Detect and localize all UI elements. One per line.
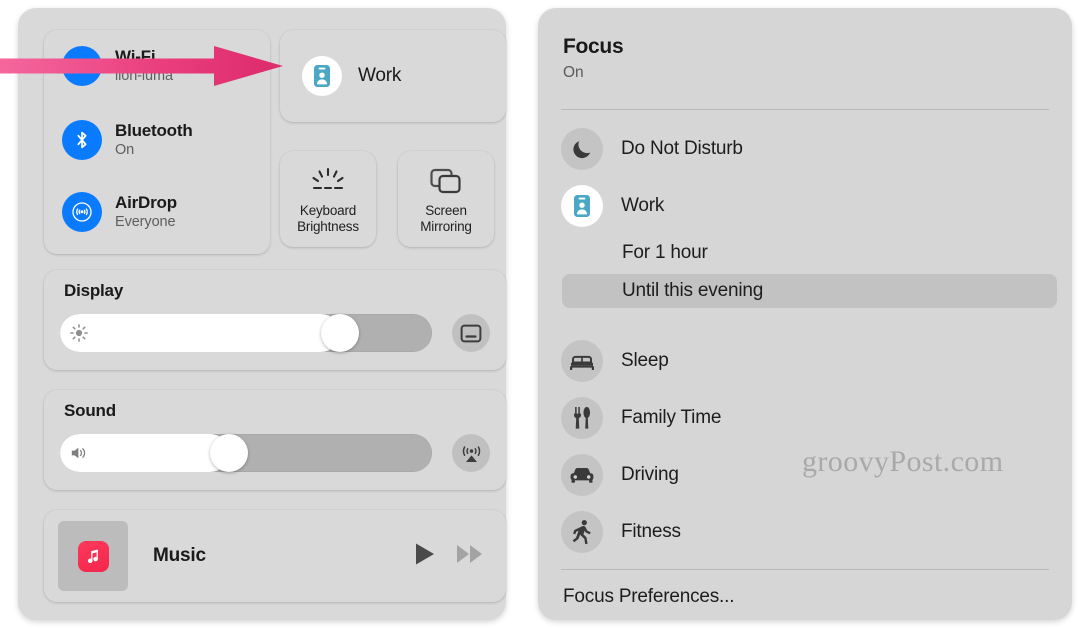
focus-panel-status: On <box>563 64 584 81</box>
airplay-audio-button[interactable] <box>452 434 490 472</box>
music-widget: Music <box>44 510 506 602</box>
car-icon <box>561 454 603 496</box>
focus-mode-label: Work <box>621 195 665 216</box>
connectivity-subtitle: On <box>115 142 135 159</box>
tile-line-2: Mirroring <box>420 219 472 234</box>
sound-card: Sound <box>44 390 506 490</box>
display-slider-fill <box>60 314 340 352</box>
airdrop-icon <box>62 192 102 232</box>
connectivity-item-bluetooth[interactable]: Bluetooth On <box>62 120 193 160</box>
keyboard-brightness-label: Keyboard Brightness <box>297 203 359 235</box>
focus-mode-label: Driving <box>621 464 679 485</box>
focus-work-tile[interactable]: Work <box>280 30 506 122</box>
screen-mirroring-label: Screen Mirroring <box>420 203 472 235</box>
display-label: Display <box>64 281 124 300</box>
focus-mode-label: Fitness <box>621 521 681 542</box>
sound-label: Sound <box>64 401 116 420</box>
focus-mode-label: Do Not Disturb <box>621 138 743 159</box>
divider-bottom <box>561 569 1049 570</box>
focus-mode-label: Sleep <box>621 350 669 371</box>
music-controls <box>414 542 484 571</box>
watermark: groovyPost.com <box>802 445 1004 478</box>
display-brightness-slider[interactable] <box>60 314 432 352</box>
work-badge-icon <box>561 185 603 227</box>
connectivity-title: Bluetooth <box>115 121 193 141</box>
fast-forward-icon[interactable] <box>456 543 484 570</box>
connectivity-item-airdrop[interactable]: AirDrop Everyone <box>62 192 177 232</box>
focus-preferences-button[interactable]: Focus Preferences... <box>563 586 734 608</box>
focus-duration-until-this-evening[interactable]: Until this evening <box>562 274 1057 308</box>
focus-duration-label: For 1 hour <box>622 242 708 263</box>
play-icon[interactable] <box>414 542 436 571</box>
display-options-button[interactable] <box>452 314 490 352</box>
control-center-panel: Wi-Fi lion-luma Bluetooth On AirDrop Eve… <box>18 8 506 620</box>
bed-icon <box>561 340 603 382</box>
focus-mode-work[interactable]: Work <box>561 183 1051 229</box>
connectivity-title: AirDrop <box>115 193 177 213</box>
fork-knife-icon <box>561 397 603 439</box>
focus-mode-family-time[interactable]: Family Time <box>561 395 1051 441</box>
keyboard-brightness-icon <box>308 163 348 201</box>
apple-music-icon <box>77 540 109 572</box>
focus-mode-do-not-disturb[interactable]: Do Not Disturb <box>561 126 1051 172</box>
focus-mode-sleep[interactable]: Sleep <box>561 338 1051 384</box>
bluetooth-icon <box>62 120 102 160</box>
focus-duration-label: Until this evening <box>622 280 764 301</box>
moon-icon <box>561 128 603 170</box>
focus-mode-label: Family Time <box>621 407 722 428</box>
focus-work-tile-label: Work <box>358 65 402 86</box>
runner-icon <box>561 511 603 553</box>
display-slider-knob[interactable] <box>320 314 359 352</box>
focus-panel-title: Focus <box>563 35 624 58</box>
tile-line-2: Brightness <box>297 219 359 234</box>
focus-menu-panel: Focus On Do Not Disturb Work For 1 hour … <box>538 8 1072 620</box>
sound-slider-fill <box>60 434 230 472</box>
tile-line-1: Keyboard <box>299 203 357 219</box>
screen-mirroring-icon <box>429 163 463 201</box>
focus-mode-fitness[interactable]: Fitness <box>561 509 1051 555</box>
keyboard-brightness-tile[interactable]: Keyboard Brightness <box>280 151 376 247</box>
album-art <box>58 521 128 591</box>
connectivity-card: Wi-Fi lion-luma Bluetooth On AirDrop Eve… <box>44 30 270 254</box>
focus-duration-for-1-hour[interactable]: For 1 hour <box>562 236 1057 270</box>
divider-top <box>561 109 1049 110</box>
screen-mirroring-tile[interactable]: Screen Mirroring <box>398 151 494 247</box>
display-card: Display <box>44 270 506 370</box>
tile-line-1: Screen <box>425 203 467 219</box>
connectivity-subtitle: lion-luma <box>115 68 173 85</box>
wifi-icon <box>62 46 102 86</box>
connectivity-item-wifi[interactable]: Wi-Fi lion-luma <box>62 46 173 86</box>
connectivity-subtitle: Everyone <box>115 214 176 231</box>
work-badge-icon <box>302 56 342 96</box>
music-title: Music <box>153 545 206 566</box>
connectivity-title: Wi-Fi <box>115 47 156 67</box>
